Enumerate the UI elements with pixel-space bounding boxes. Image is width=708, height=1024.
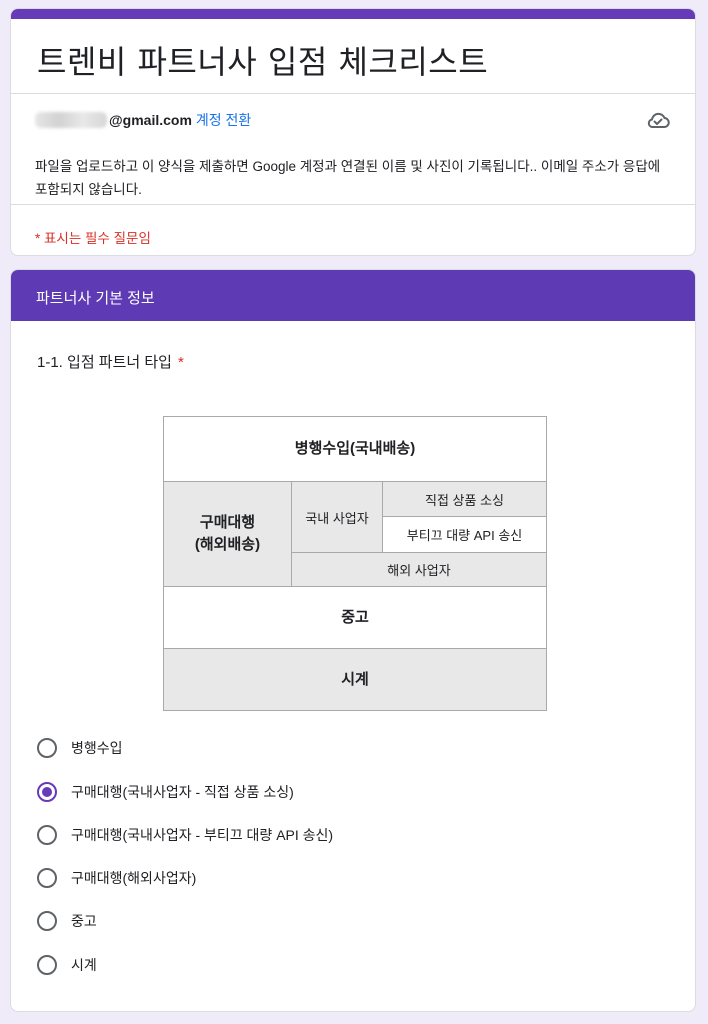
section-header: 파트너사 기본 정보 <box>11 270 695 321</box>
diagram-watch: 시계 <box>163 648 547 711</box>
blurred-email <box>35 112 107 128</box>
diagram-direct-sourcing: 직접 상품 소싱 <box>382 481 547 517</box>
option-label: 중고 <box>71 913 97 929</box>
cloud-saved-icon <box>645 109 671 131</box>
option-label: 구매대행(국내사업자 - 부티끄 대량 API 송신) <box>71 827 334 843</box>
option-buying-agent-direct[interactable]: 구매대행(국내사업자 - 직접 상품 소싱) <box>37 780 537 804</box>
privacy-notice: 파일을 업로드하고 이 양식을 제출하면 Google 계정과 연결된 이름 및… <box>35 159 661 197</box>
radio-button-selected[interactable] <box>37 782 57 802</box>
option-label: 구매대행(해외사업자) <box>71 870 197 886</box>
option-label: 병행수입 <box>71 740 123 756</box>
option-label: 구매대행(국내사업자 - 직접 상품 소싱) <box>71 784 294 800</box>
diagram-api-sending: 부티끄 대량 API 송신 <box>382 516 547 553</box>
radio-button[interactable] <box>37 738 57 758</box>
form-header-card: 트렌비 파트너사 입점 체크리스트 @gmail.com 계정 전환 파일을 업… <box>10 8 696 256</box>
diagram-used: 중고 <box>163 586 547 649</box>
diagram-buying-agent: 구매대행 (해외배송) <box>163 481 292 587</box>
option-used[interactable]: 중고 <box>37 909 537 933</box>
option-label: 시계 <box>71 957 97 973</box>
option-watch[interactable]: 시계 <box>37 953 537 977</box>
radio-button[interactable] <box>37 825 57 845</box>
option-buying-agent-overseas[interactable]: 구매대행(해외사업자) <box>37 866 537 890</box>
radio-button[interactable] <box>37 868 57 888</box>
diagram-overseas-business: 해외 사업자 <box>291 552 547 587</box>
option-buying-agent-api[interactable]: 구매대행(국내사업자 - 부티끄 대량 API 송신) <box>37 823 537 847</box>
question-title: 1-1. 입점 파트너 타입 * <box>37 351 184 372</box>
form-title: 트렌비 파트너사 입점 체크리스트 <box>37 43 489 81</box>
radio-button[interactable] <box>37 911 57 931</box>
question-text: 1-1. 입점 파트너 타입 <box>37 354 172 371</box>
diagram-buying-agent-line2: (해외배송) <box>194 536 261 553</box>
required-asterisk: * <box>177 354 184 371</box>
diagram-buying-agent-line1: 구매대행 <box>199 514 256 531</box>
question-card: 파트너사 기본 정보 1-1. 입점 파트너 타입 * 병행수입(국내배송) 구매… <box>10 269 696 1012</box>
divider <box>11 93 695 94</box>
divider <box>11 204 695 205</box>
required-note: * 표시는 필수 질문임 <box>35 231 151 246</box>
option-parallel-import[interactable]: 병행수입 <box>37 736 537 760</box>
radio-button[interactable] <box>37 955 57 975</box>
partner-type-diagram: 병행수입(국내배송) 구매대행 (해외배송) 국내 사업자 직접 상품 소싱 부… <box>163 416 547 711</box>
switch-account-link[interactable]: 계정 전환 <box>196 110 251 130</box>
account-row: @gmail.com 계정 전환 <box>35 109 671 131</box>
accent-bar <box>11 9 695 19</box>
diagram-parallel-import: 병행수입(국내배송) <box>163 416 547 482</box>
email-domain: @gmail.com <box>109 112 192 128</box>
diagram-domestic-business: 국내 사업자 <box>291 481 383 553</box>
